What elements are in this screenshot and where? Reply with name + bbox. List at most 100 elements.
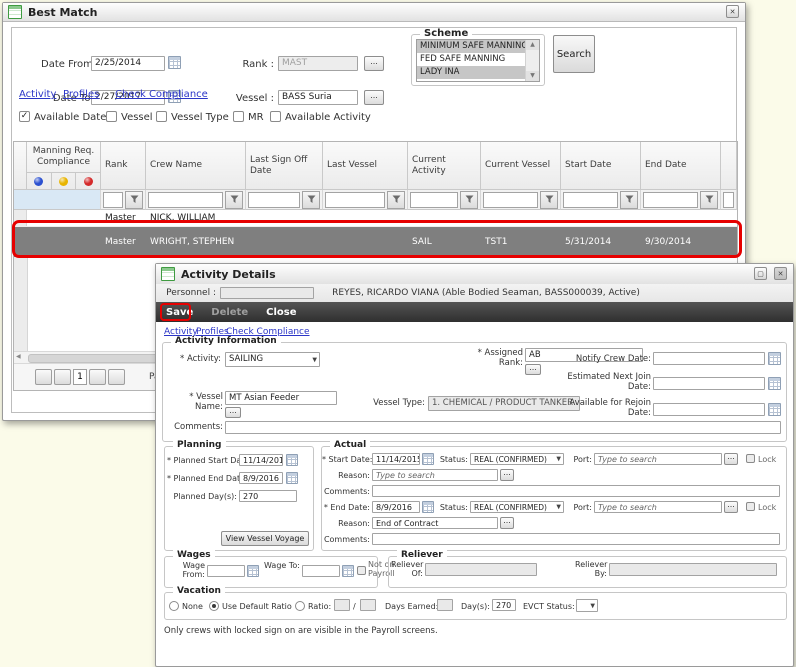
filter-cell-manning[interactable]	[14, 190, 101, 210]
row-selector-cell[interactable]	[14, 227, 27, 257]
filter-input[interactable]	[723, 192, 734, 208]
filter-funnel-icon[interactable]	[387, 191, 405, 209]
vessel-name-input[interactable]: MT Asian Feeder	[225, 391, 337, 405]
start-lock-checkbox[interactable]	[746, 454, 755, 463]
filter-funnel-icon[interactable]	[125, 191, 143, 209]
end-reason-input[interactable]: End of Contract	[372, 517, 498, 529]
calendar-icon[interactable]	[286, 472, 298, 484]
filter-input[interactable]	[248, 192, 300, 208]
filter-funnel-icon[interactable]	[700, 191, 718, 209]
days-earned-input[interactable]	[437, 599, 453, 611]
calendar-icon[interactable]	[768, 377, 781, 390]
filter-input[interactable]	[483, 192, 538, 208]
manning-dot-blue-cell[interactable]	[27, 173, 52, 189]
comments-input[interactable]	[225, 421, 781, 434]
start-status-select[interactable]: REAL (CONFIRMED)	[470, 453, 564, 465]
filter-input[interactable]	[148, 192, 223, 208]
close-icon[interactable]: ✕	[774, 267, 787, 280]
table-row-selected[interactable]: Master WRIGHT, STEPHEN SAIL TST1 5/31/20…	[14, 227, 737, 257]
start-comments-input[interactable]	[372, 485, 780, 497]
pager-first-button[interactable]	[35, 369, 52, 385]
planned-start-date-input[interactable]: 11/14/2015	[239, 454, 283, 466]
dialog-titlebar[interactable]: Activity Details ▢ ✕	[156, 264, 793, 285]
vessel-type-checkbox[interactable]	[156, 111, 167, 122]
calendar-icon[interactable]	[768, 403, 781, 416]
filter-funnel-icon[interactable]	[302, 191, 320, 209]
vessel-input[interactable]: BASS Suria	[278, 90, 358, 105]
filter-cell-current-vessel[interactable]	[481, 190, 561, 210]
column-header-current-vessel[interactable]: Current Vessel	[481, 142, 561, 190]
vacation-none-radio[interactable]	[169, 601, 179, 611]
vessel-name-lookup-button[interactable]: ...	[225, 407, 241, 418]
ratio-denominator-input[interactable]	[360, 599, 376, 611]
save-button[interactable]: Save	[166, 307, 193, 318]
filter-cell-rank[interactable]	[101, 190, 146, 210]
days-input[interactable]: 270	[492, 599, 516, 611]
scheme-listbox[interactable]: MINIMUM SAFE MANNING FED SAFE MANNING LA…	[416, 39, 540, 82]
scroll-down-icon[interactable]: ▼	[526, 71, 539, 81]
not-on-payroll-checkbox[interactable]	[357, 566, 366, 575]
start-date-input[interactable]: 11/14/2015	[372, 453, 420, 465]
scroll-up-icon[interactable]: ▲	[526, 40, 539, 50]
filter-input[interactable]	[563, 192, 618, 208]
evct-status-select[interactable]	[576, 599, 598, 612]
planned-end-date-input[interactable]: 8/9/2016	[239, 472, 283, 484]
end-port-lookup-button[interactable]: ...	[724, 501, 738, 513]
pager-prev-button[interactable]	[54, 369, 71, 385]
tab-activity[interactable]: Activity	[19, 89, 56, 100]
column-header-crew-name[interactable]: Crew Name	[146, 142, 246, 190]
filter-input[interactable]	[103, 192, 123, 208]
pager-current-page[interactable]: 1	[73, 369, 87, 385]
end-comments-input[interactable]	[372, 533, 780, 545]
start-reason-input[interactable]: Type to search	[372, 469, 498, 481]
best-match-titlebar[interactable]: Best Match ✕	[3, 3, 745, 22]
end-lock-checkbox[interactable]	[746, 502, 755, 511]
scroll-left-icon[interactable]: ◀	[16, 353, 21, 360]
vessel-lookup-button[interactable]: ...	[364, 90, 384, 105]
notify-crew-date-input[interactable]	[653, 352, 765, 365]
calendar-icon[interactable]	[768, 352, 781, 365]
manning-dot-red-cell[interactable]	[76, 173, 100, 189]
filter-input[interactable]	[643, 192, 698, 208]
table-row[interactable]: Master NICK, WILLIAM	[14, 210, 737, 227]
close-icon[interactable]: ✕	[726, 5, 739, 18]
available-date-checkbox[interactable]	[19, 111, 30, 122]
vessel-checkbox[interactable]	[106, 111, 117, 122]
date-from-input[interactable]: 2/25/2014	[91, 56, 165, 71]
available-rejoin-input[interactable]	[653, 403, 765, 416]
view-vessel-voyage-button[interactable]: View Vessel Voyage	[221, 531, 309, 546]
calendar-icon[interactable]	[342, 565, 354, 577]
column-header-rank[interactable]: Rank	[101, 142, 146, 190]
scheme-scrollbar[interactable]: ▲ ▼	[525, 40, 539, 81]
scheme-option[interactable]: FED SAFE MANNING	[417, 53, 526, 66]
wage-to-input[interactable]	[302, 565, 340, 577]
start-reason-lookup-button[interactable]: ...	[500, 469, 514, 481]
row-selector-cell[interactable]	[14, 210, 27, 226]
filter-input[interactable]	[410, 192, 458, 208]
manning-dot-yellow-cell[interactable]	[52, 173, 77, 189]
calendar-icon[interactable]	[422, 453, 434, 465]
pager-last-button[interactable]	[108, 369, 125, 385]
filter-cell-end-date[interactable]	[641, 190, 721, 210]
end-status-select[interactable]: REAL (CONFIRMED)	[470, 501, 564, 513]
filter-cell-crew-name[interactable]	[146, 190, 246, 210]
close-button[interactable]: Close	[266, 307, 296, 318]
start-port-lookup-button[interactable]: ...	[724, 453, 738, 465]
assigned-rank-lookup-button[interactable]: ...	[525, 364, 541, 375]
tab-profiles[interactable]: Profiles	[63, 89, 99, 100]
use-default-ratio-radio[interactable]	[209, 601, 219, 611]
planned-days-input[interactable]: 270	[239, 490, 297, 502]
pager-next-button[interactable]	[89, 369, 106, 385]
filter-funnel-icon[interactable]	[225, 191, 243, 209]
column-header-end-date[interactable]: End Date	[641, 142, 721, 190]
available-activity-checkbox[interactable]	[270, 111, 281, 122]
wage-from-input[interactable]	[207, 565, 245, 577]
search-button[interactable]: Search	[553, 35, 595, 73]
estimated-next-join-input[interactable]	[653, 377, 765, 390]
filter-cell-last-vessel[interactable]	[323, 190, 408, 210]
maximize-icon[interactable]: ▢	[754, 267, 767, 280]
start-port-input[interactable]: Type to search	[594, 453, 722, 465]
rank-lookup-button[interactable]: ...	[364, 56, 384, 71]
ratio-radio[interactable]	[295, 601, 305, 611]
mr-checkbox[interactable]	[233, 111, 244, 122]
